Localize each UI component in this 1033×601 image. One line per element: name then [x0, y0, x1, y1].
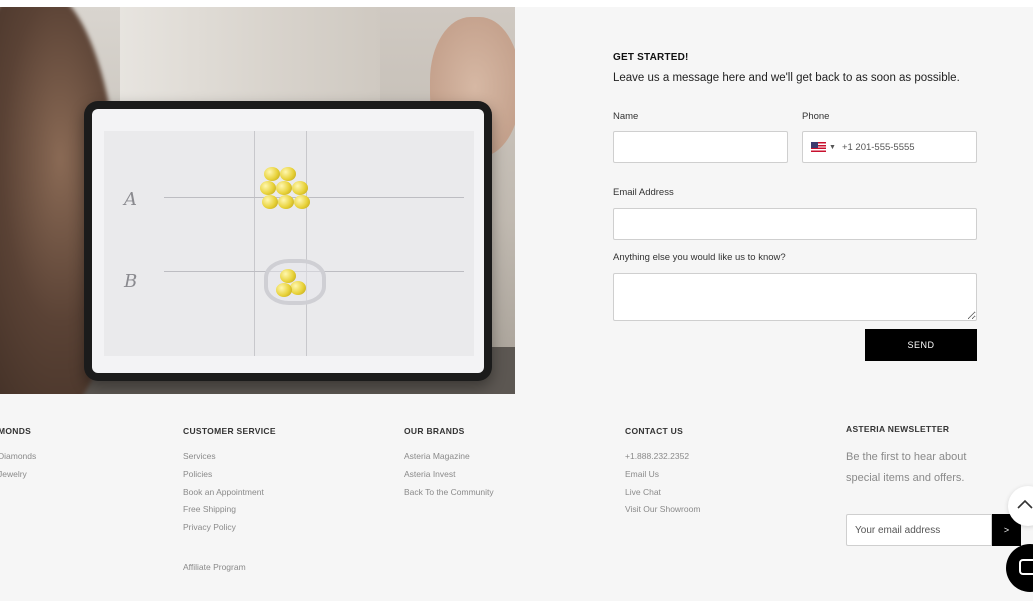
newsletter-email-input[interactable] — [846, 514, 992, 546]
form-title: GET STARTED! — [613, 52, 689, 63]
hero-photo: A B — [0, 7, 515, 394]
footer-link-community[interactable]: Back To the Community — [404, 486, 494, 504]
phone-label: Phone — [802, 111, 830, 122]
paper-letter-a: A — [124, 189, 137, 210]
newsletter-text: Be the first to hear about special items… — [846, 451, 967, 484]
contact-form: GET STARTED! Leave us a message here and… — [515, 7, 1033, 394]
footer-link-services[interactable]: Services — [183, 450, 276, 468]
footer-link-magazine[interactable]: Asteria Magazine — [404, 450, 494, 468]
footer-link-policies[interactable]: Policies — [183, 468, 276, 486]
send-button[interactable]: SEND — [865, 329, 977, 361]
email-input[interactable] — [613, 208, 977, 240]
footer-link-book-appointment[interactable]: Book an Appointment — [183, 486, 276, 504]
tablet-screen: A B — [92, 109, 484, 373]
name-input[interactable] — [613, 131, 788, 163]
footer-col-customer-service: CUSTOMER SERVICE Services Policies Book … — [183, 426, 276, 579]
footer-link-free-shipping[interactable]: Free Shipping — [183, 503, 276, 521]
footer-link-diamonds[interactable]: Diamonds — [0, 450, 36, 468]
footer-col-brands: OUR BRANDS Asteria Magazine Asteria Inve… — [404, 426, 494, 503]
footer-link-live-chat[interactable]: Live Chat — [625, 486, 700, 504]
chevron-down-icon[interactable]: ▼ — [829, 144, 836, 151]
footer-heading-contact: CONTACT US — [625, 426, 684, 436]
footer-heading-customer-service: CUSTOMER SERVICE — [183, 426, 276, 436]
phone-field: ▼ — [802, 131, 977, 163]
footer-link-email[interactable]: Email Us — [625, 468, 700, 486]
chat-icon — [1019, 559, 1033, 575]
newsletter-heading: ASTERIA NEWSLETTER — [846, 424, 950, 434]
footer: MONDS Diamonds Jewelry CUSTOMER SERVICE … — [0, 394, 1033, 601]
chevron-up-icon — [1017, 499, 1033, 509]
paper-letter-b: B — [124, 271, 138, 292]
email-label: Email Address — [613, 187, 674, 198]
form-subtitle: Leave us a message here and we'll get ba… — [613, 72, 960, 84]
us-flag-icon[interactable] — [811, 142, 826, 152]
footer-link-privacy-policy[interactable]: Privacy Policy — [183, 521, 276, 539]
footer-link-affiliate-program[interactable]: Affiliate Program — [183, 561, 276, 579]
footer-col-contact: CONTACT US +1.888.232.2352 Email Us Live… — [625, 426, 700, 521]
footer-link-showroom[interactable]: Visit Our Showroom — [625, 503, 700, 521]
name-label: Name — [613, 111, 639, 122]
footer-heading-diamonds: MONDS — [0, 426, 32, 436]
tablet-device: A B — [84, 101, 492, 381]
footer-heading-brands: OUR BRANDS — [404, 426, 465, 436]
message-label: Anything else you would like us to know? — [613, 252, 786, 263]
message-textarea[interactable] — [613, 273, 977, 321]
footer-link-jewelry[interactable]: Jewelry — [0, 468, 36, 486]
gem-layout-paper: A B — [104, 131, 474, 356]
footer-link-invest[interactable]: Asteria Invest — [404, 468, 494, 486]
phone-input[interactable] — [841, 141, 962, 153]
footer-link-phone[interactable]: +1.888.232.2352 — [625, 450, 700, 468]
footer-col-diamonds: MONDS Diamonds Jewelry — [0, 426, 36, 486]
top-bar — [0, 0, 1033, 7]
